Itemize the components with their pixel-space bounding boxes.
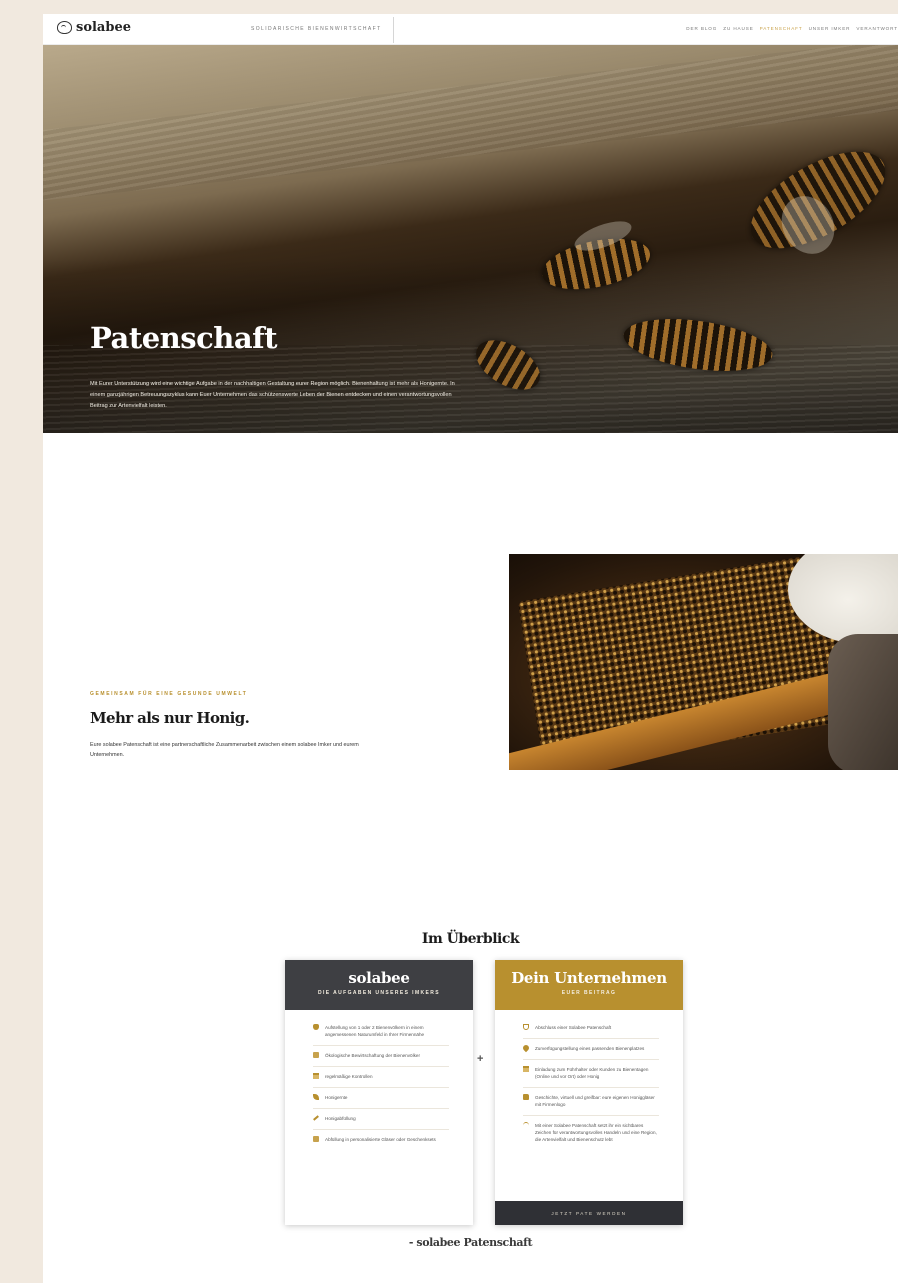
logo[interactable]: solabee — [57, 20, 131, 35]
list-item: Mit einer Solabee Patenschaft setzt ihr … — [523, 1116, 659, 1150]
card-subtitle: DIE AUFGABEN UNSERES IMKERS — [317, 990, 441, 996]
page: solabee SOLIDARISCHE BIENENWIRTSCHAFT DE… — [43, 14, 898, 1283]
list-item: Ökologische Bewirtschaftung der Bienenvö… — [313, 1046, 449, 1067]
list-item: Aufstellung von 1 oder 2 Bienenvölkern i… — [313, 1018, 449, 1046]
list-item-text: Abfüllung in personalisierte Gläser oder… — [325, 1137, 436, 1142]
hero-section: Patenschaft Mit Eurer Unterstützung wird… — [43, 45, 898, 433]
card-title: solabee — [348, 969, 410, 987]
card-subtitle: EUER BEITRAG — [561, 990, 617, 996]
card-title: Dein Unternehmen — [511, 969, 667, 987]
list-item: Zurverfügungstellung eines passenden Bie… — [521, 1039, 659, 1060]
jar-icon — [313, 1136, 319, 1142]
intro-description: Eure solabee Patenschaft ist eine partne… — [90, 742, 359, 758]
list-item-text: Honigabfüllung — [325, 1116, 356, 1121]
company-contribution-card: Dein Unternehmen EUER BEITRAG Abschluss … — [495, 960, 683, 1225]
list-item-text: regelmäßige Kontrollen — [325, 1074, 373, 1079]
folder-icon — [523, 1094, 529, 1100]
intro-eyebrow: GEMEINSAM FÜR EINE GESUNDE UMWELT — [90, 691, 248, 697]
plus-icon: + — [477, 1053, 484, 1065]
list-item: Einladung zum Führhalter oder Kunden zu … — [523, 1060, 659, 1088]
list-item: Geschichte, virtuell und greifbar: eure … — [523, 1088, 659, 1116]
hero-title: Patenschaft — [90, 321, 277, 355]
nav-item-patenschaft[interactable]: PATENSCHAFT — [760, 26, 803, 31]
intro-title: Mehr als nur Honig. — [90, 709, 250, 727]
leaf-icon — [313, 1094, 319, 1100]
nav-item-unser-imker[interactable]: UNSER IMKER — [809, 26, 851, 31]
overview-footnote: - solabee Patenschaft — [408, 1236, 533, 1249]
list-item: Abschluss einer Solabee Patenschaft — [523, 1018, 659, 1039]
main-nav: DER BLOG ZU HAUSE PATENSCHAFT UNSER IMKE… — [686, 26, 898, 31]
calendar-icon — [523, 1066, 529, 1072]
become-sponsor-button[interactable]: JETZT PATE WERDEN — [495, 1201, 683, 1225]
nav-item-blog[interactable]: DER BLOG — [686, 26, 717, 31]
brand-name: solabee — [76, 20, 131, 35]
list-item: Honigabfüllung — [313, 1109, 449, 1130]
hero-wood-texture — [43, 45, 898, 202]
nav-item-verantwortung[interactable]: VERANTWORT — [856, 26, 898, 31]
box-icon — [313, 1052, 319, 1058]
list-item-text: Geschichte, virtuell und greifbar: eure … — [535, 1095, 655, 1107]
bird-icon — [523, 1122, 529, 1129]
nav-item-zu-hause[interactable]: ZU HAUSE — [723, 26, 753, 31]
shield-outline-icon — [523, 1024, 529, 1030]
tool-icon — [313, 1115, 319, 1121]
bee-logo-icon — [57, 21, 72, 34]
list-item-text: Aufstellung von 1 oder 2 Bienenvölkern i… — [325, 1025, 425, 1037]
contribution-list: Abschluss einer Solabee Patenschaft Zurv… — [495, 1010, 683, 1150]
list-item: Abfüllung in personalisierte Gläser oder… — [313, 1130, 449, 1150]
list-item-text: Zurverfügungstellung eines passenden Bie… — [535, 1046, 645, 1051]
header-divider — [393, 17, 394, 43]
card-header: Dein Unternehmen EUER BEITRAG — [495, 960, 683, 1010]
task-list: Aufstellung von 1 oder 2 Bienenvölkern i… — [285, 1010, 473, 1150]
beekeeper-glove-image — [828, 634, 898, 770]
list-item: Honigernte — [313, 1088, 449, 1109]
list-item-text: Einladung zum Führhalter oder Kunden zu … — [535, 1067, 649, 1079]
hero-description: Mit Eurer Unterstützung wird eine wichti… — [90, 381, 455, 409]
shield-icon — [313, 1024, 319, 1030]
site-header: solabee SOLIDARISCHE BIENENWIRTSCHAFT DE… — [43, 14, 898, 45]
pin-icon — [521, 1043, 531, 1053]
solabee-tasks-card: solabee DIE AUFGABEN UNSERES IMKERS Aufs… — [285, 960, 473, 1225]
overview-title: Im Überblick — [421, 931, 520, 947]
list-item-text: Ökologische Bewirtschaftung der Bienenvö… — [325, 1053, 420, 1058]
list-item-text: Mit einer Solabee Patenschaft setzt ihr … — [535, 1123, 657, 1142]
list-item-text: Honigernte — [325, 1095, 348, 1100]
brand-tagline: SOLIDARISCHE BIENENWIRTSCHAFT — [251, 26, 382, 32]
list-item: regelmäßige Kontrollen — [313, 1067, 449, 1088]
list-item-text: Abschluss einer Solabee Patenschaft — [535, 1025, 612, 1030]
card-header: solabee DIE AUFGABEN UNSERES IMKERS — [285, 960, 473, 1010]
calendar-icon — [313, 1073, 319, 1079]
beekeeping-image — [509, 554, 898, 770]
